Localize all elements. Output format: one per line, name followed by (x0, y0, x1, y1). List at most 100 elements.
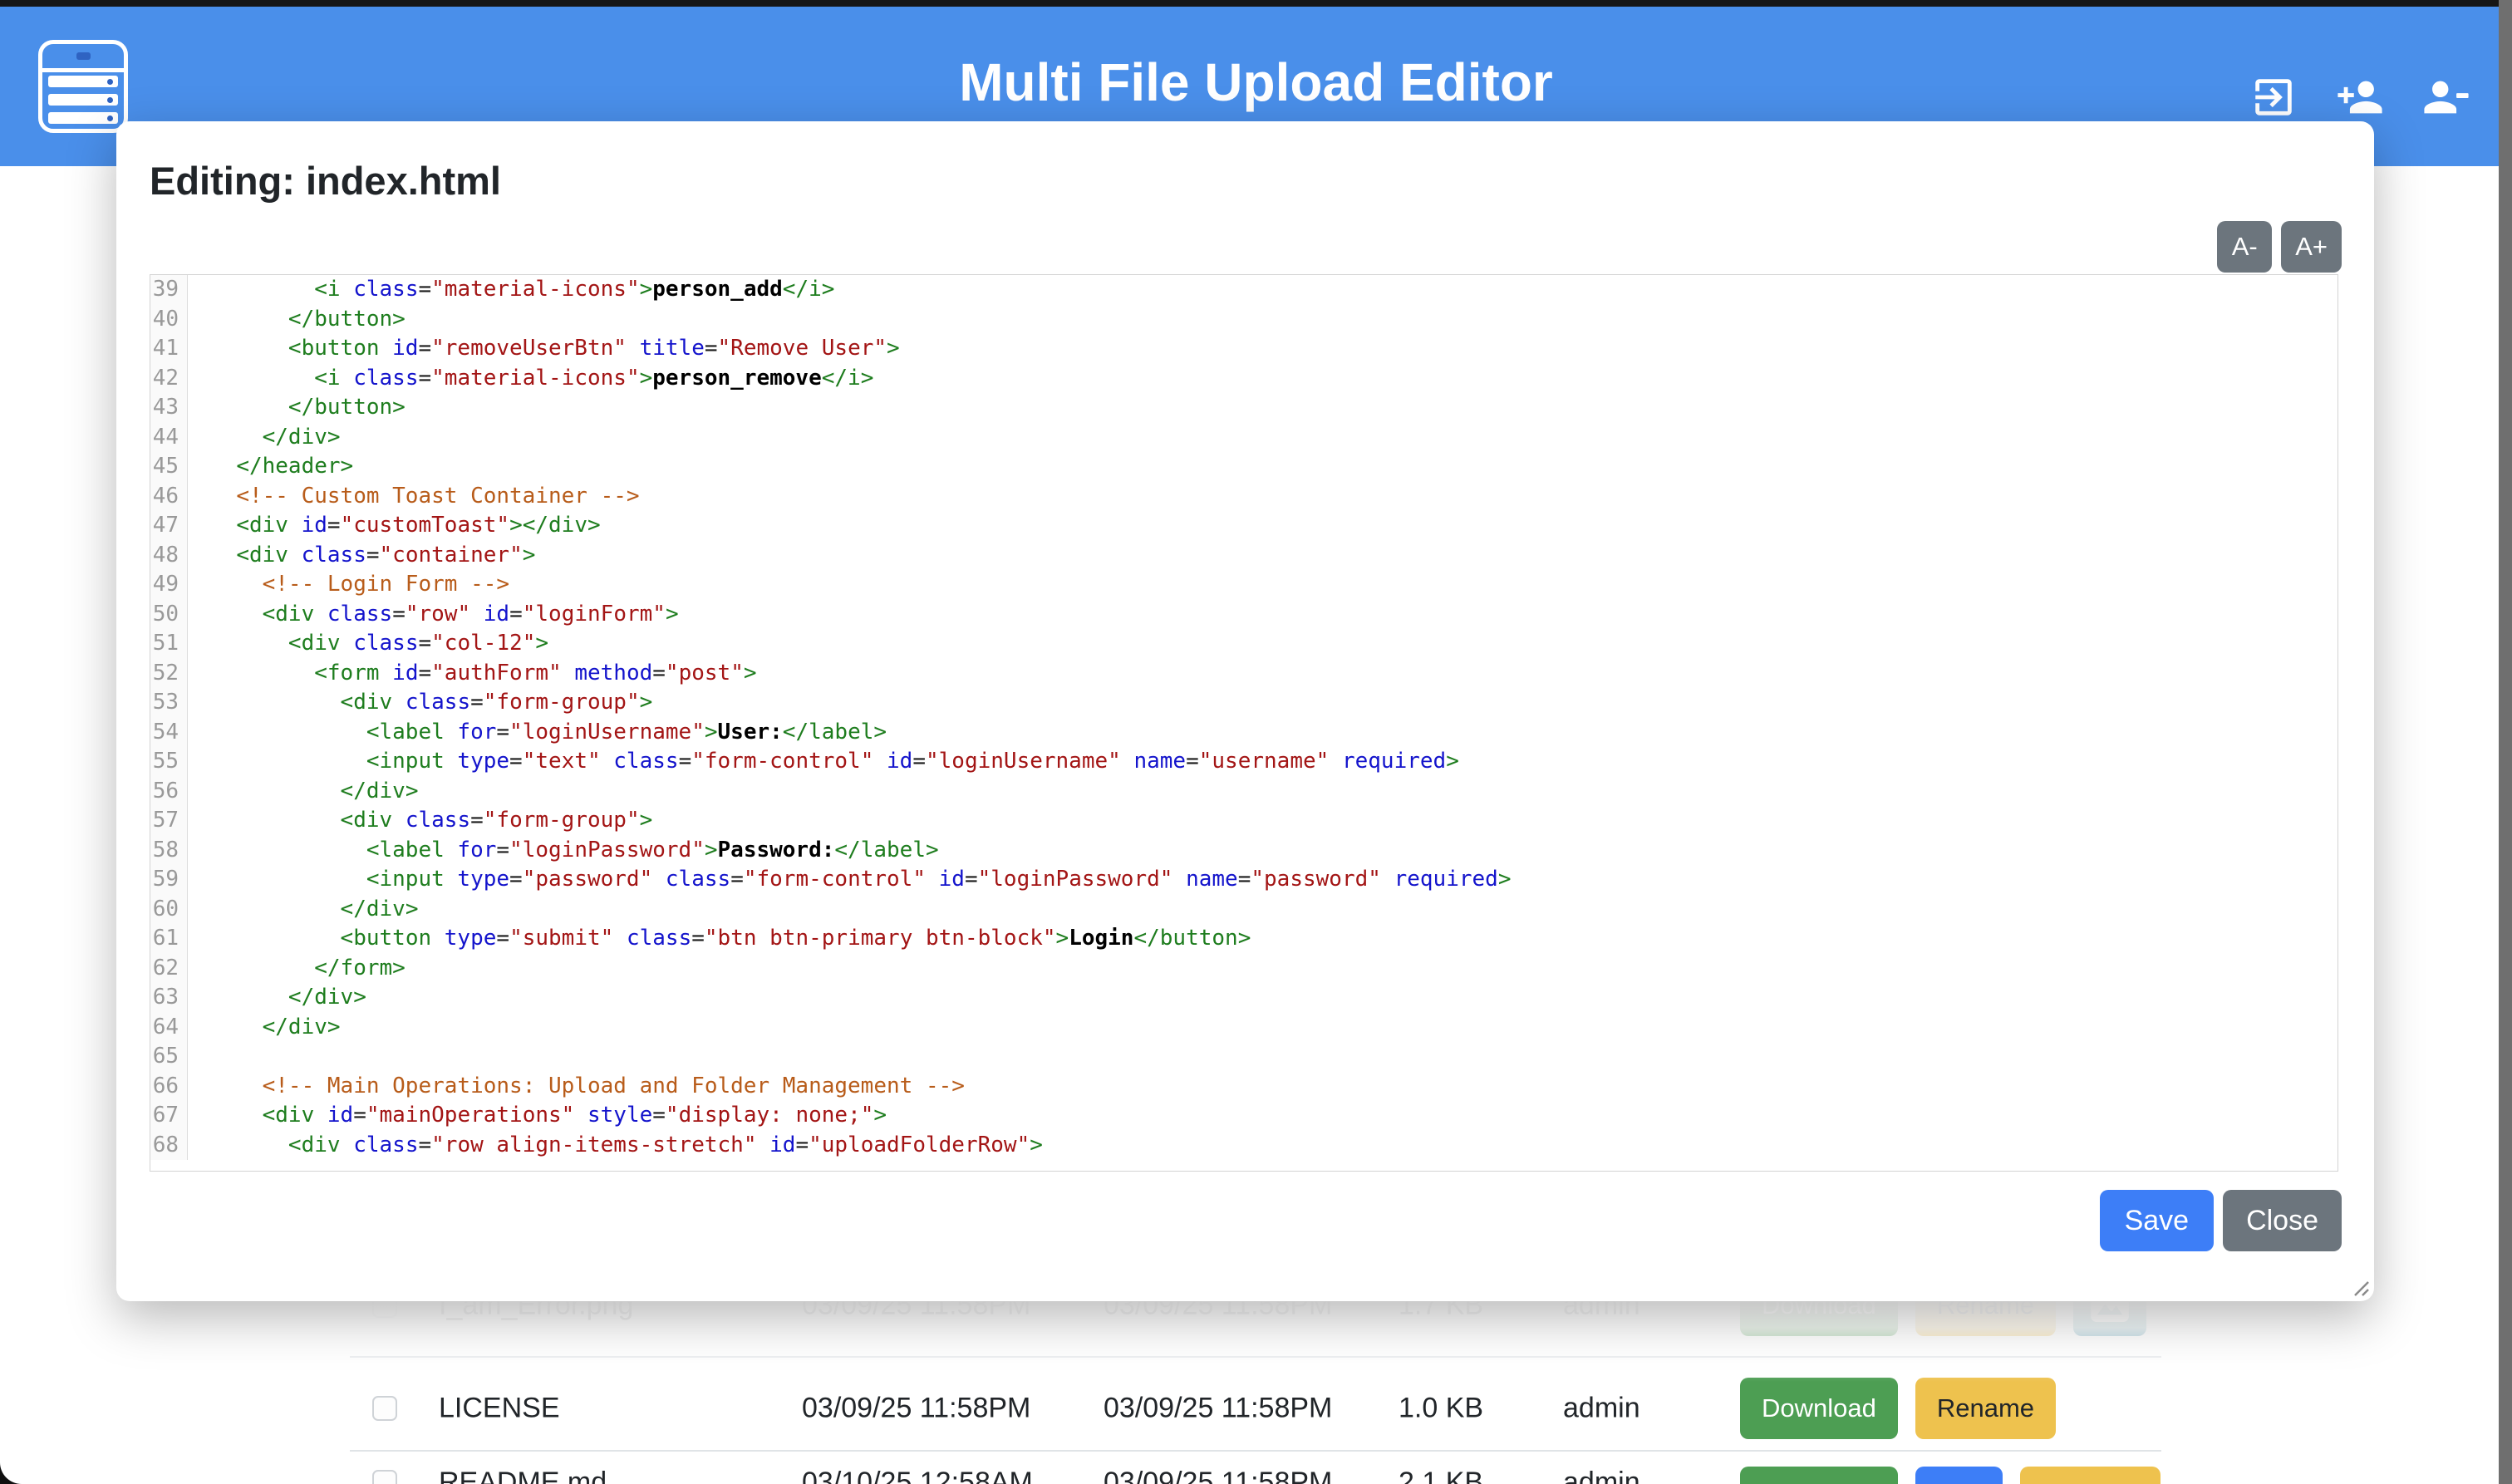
logout-icon[interactable] (2249, 73, 2298, 121)
code-text: <!-- Main Operations: Upload and Folder … (188, 1072, 965, 1102)
file-name: LICENSE (439, 1392, 560, 1424)
file-size: 2.1 KB (1399, 1467, 1483, 1484)
line-number: 64 (150, 1013, 188, 1043)
save-button[interactable]: Save (2100, 1190, 2215, 1251)
line-number: 68 (150, 1131, 188, 1161)
code-text: <div class="form-group"> (188, 806, 652, 836)
code-line: 56 </div> (150, 777, 2337, 807)
code-line: 44 </div> (150, 423, 2337, 453)
code-text: </div> (188, 1013, 341, 1043)
code-text: </div> (188, 895, 418, 925)
line-number: 59 (150, 865, 188, 895)
line-number: 45 (150, 452, 188, 482)
code-line: 68 <div class="row align-items-stretch" … (150, 1131, 2337, 1161)
code-line: 60 </div> (150, 895, 2337, 925)
line-number: 51 (150, 629, 188, 659)
code-line: 54 <label for="loginUsername">User:</lab… (150, 718, 2337, 748)
line-number: 54 (150, 718, 188, 748)
line-number: 43 (150, 393, 188, 423)
row-checkbox[interactable] (372, 1396, 397, 1421)
line-number: 52 (150, 659, 188, 689)
code-text: </header> (188, 452, 353, 482)
row-checkbox[interactable] (372, 1470, 397, 1484)
code-line: 47 <div id="customToast"></div> (150, 511, 2337, 541)
line-number: 60 (150, 895, 188, 925)
line-number: 66 (150, 1072, 188, 1102)
code-line: 39 <i class="material-icons">person_add<… (150, 275, 2337, 305)
rename-button[interactable]: Rename (1915, 1378, 2056, 1439)
code-line: 51 <div class="col-12"> (150, 629, 2337, 659)
font-increase-button[interactable]: A+ (2281, 221, 2342, 273)
font-size-controls: A- A+ (2217, 221, 2342, 273)
line-number: 53 (150, 688, 188, 718)
row-actions: Download Edit Rename (1740, 1467, 2161, 1484)
code-text: </div> (188, 983, 366, 1013)
line-number: 42 (150, 364, 188, 394)
line-number: 61 (150, 924, 188, 954)
code-line: 61 <button type="submit" class="btn btn-… (150, 924, 2337, 954)
code-line: 55 <input type="text" class="form-contro… (150, 747, 2337, 777)
code-line: 46 <!-- Custom Toast Container --> (150, 482, 2337, 512)
code-line: 67 <div id="mainOperations" style="displ… (150, 1101, 2337, 1131)
code-text (188, 1042, 210, 1072)
edit-file-modal: Editing: index.html A- A+ 39 <i class="m… (116, 121, 2374, 1301)
line-number: 63 (150, 983, 188, 1013)
code-line: 50 <div class="row" id="loginForm"> (150, 600, 2337, 630)
person-remove-icon[interactable] (2422, 73, 2470, 121)
line-number: 58 (150, 836, 188, 866)
code-text: <label for="loginPassword">Password:</la… (188, 836, 939, 866)
code-text: <label for="loginUsername">User:</label> (188, 718, 887, 748)
code-line: 45 </header> (150, 452, 2337, 482)
line-number: 48 (150, 541, 188, 571)
table-row: README.md 03/10/25 12:58AM 03/09/25 11:58P… (350, 1450, 2161, 1484)
file-modified: 03/09/25 11:58PM (802, 1392, 1030, 1424)
download-button[interactable]: Download (1740, 1467, 1898, 1484)
line-number: 62 (150, 954, 188, 984)
code-text: <div class="row align-items-stretch" id=… (188, 1131, 1043, 1161)
code-text: <button id="removeUserBtn" title="Remove… (188, 334, 900, 364)
file-modified: 03/10/25 12:58AM (802, 1467, 1033, 1484)
window-right-edge (2499, 0, 2512, 1484)
file-name: README.md (439, 1467, 607, 1484)
modal-actions: Save Close (2100, 1190, 2342, 1251)
table-row: LICENSE03/09/25 11:58PM03/09/25 11:58PM1… (350, 1356, 2161, 1458)
code-text: </form> (188, 954, 406, 984)
line-number: 47 (150, 511, 188, 541)
code-line: 64 </div> (150, 1013, 2337, 1043)
code-line: 57 <div class="form-group"> (150, 806, 2337, 836)
code-line: 42 <i class="material-icons">person_remo… (150, 364, 2337, 394)
code-text: <div class="container"> (188, 541, 535, 571)
file-created: 03/09/25 11:58PM (1104, 1392, 1332, 1424)
edit-button[interactable]: Edit (1915, 1467, 2003, 1484)
code-line: 40 </button> (150, 305, 2337, 335)
code-text: <input type="password" class="form-contr… (188, 865, 1511, 895)
code-text: <input type="text" class="form-control" … (188, 747, 1459, 777)
code-line: 41 <button id="removeUserBtn" title="Rem… (150, 334, 2337, 364)
app-window: Multi File Upload Editor I_am_Error.png0… (0, 0, 2512, 1484)
code-text: <i class="material-icons">person_add</i> (188, 275, 834, 305)
download-button[interactable]: Download (1740, 1378, 1898, 1439)
file-created: 03/09/25 11:58PM (1104, 1467, 1332, 1484)
code-text: </button> (188, 393, 406, 423)
code-text: <div class="col-12"> (188, 629, 548, 659)
rename-button[interactable]: Rename (2020, 1467, 2161, 1484)
code-line: 66 <!-- Main Operations: Upload and Fold… (150, 1072, 2337, 1102)
code-text: </div> (188, 423, 341, 453)
line-number: 50 (150, 600, 188, 630)
line-number: 41 (150, 334, 188, 364)
line-number: 56 (150, 777, 188, 807)
code-text: <div id="mainOperations" style="display:… (188, 1101, 887, 1131)
server-logo-bar (48, 112, 118, 124)
resize-grip-icon[interactable] (2347, 1274, 2370, 1297)
line-number: 57 (150, 806, 188, 836)
code-text: <div class="form-group"> (188, 688, 652, 718)
code-text: <div id="customToast"></div> (188, 511, 601, 541)
font-decrease-button[interactable]: A- (2217, 221, 2272, 273)
line-number: 49 (150, 570, 188, 600)
person-add-icon[interactable] (2336, 73, 2384, 121)
code-line: 49 <!-- Login Form --> (150, 570, 2337, 600)
close-button[interactable]: Close (2223, 1190, 2342, 1251)
line-number: 67 (150, 1101, 188, 1131)
code-editor[interactable]: 39 <i class="material-icons">person_add<… (150, 274, 2338, 1172)
line-number: 39 (150, 275, 188, 305)
